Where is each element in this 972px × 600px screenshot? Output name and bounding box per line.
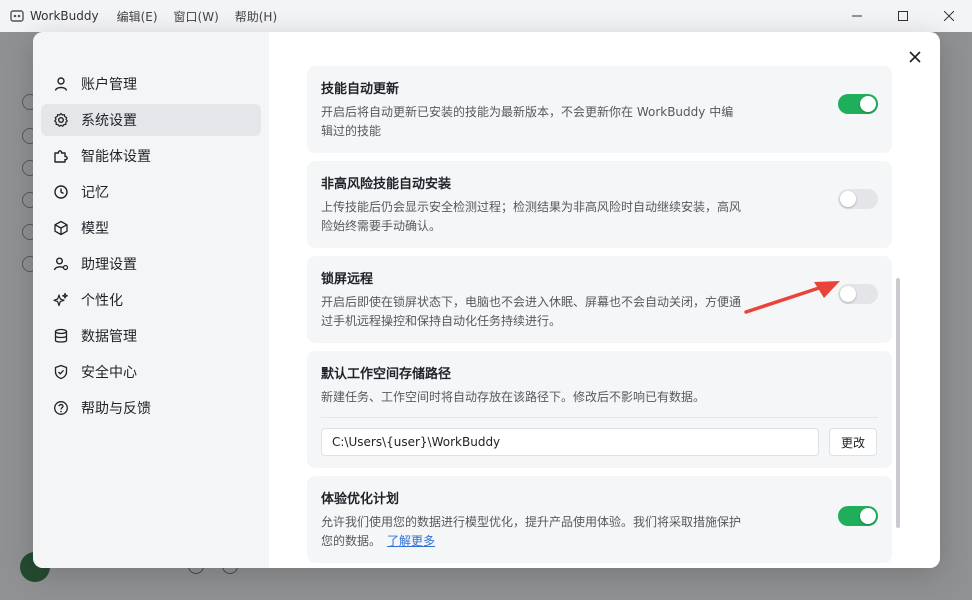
sidebar-item-label: 智能体设置 (81, 149, 151, 165)
sidebar-item-data-management[interactable]: 数据管理 (41, 320, 261, 352)
memory-icon (54, 185, 68, 199)
title-bar: WorkBuddy 编辑(E) 窗口(W) 帮助(H) (0, 0, 972, 32)
toggle-knob (860, 96, 876, 112)
setting-title: 默认工作空间存储路径 (321, 367, 452, 382)
change-path-button[interactable]: 更改 (829, 428, 877, 456)
setting-description-text: 允许我们使用您的数据进行模型优化，提升产品使用体验。我们将采取措施保护您的数据。 (321, 515, 742, 548)
skill-auto-update-toggle[interactable] (838, 94, 878, 114)
setting-description: 上传技能后仍会显示安全检测过程；检测结果为非高风险时自动继续安装，高风险始终需要… (321, 200, 742, 233)
settings-sidebar: 账户管理 系统设置 智能体设置 记忆 模型 助理设置 个性化 数据管理 安全中心… (33, 32, 269, 568)
low-risk-auto-install-toggle[interactable] (838, 189, 878, 209)
maximize-icon (898, 11, 908, 21)
sidebar-item-security-center[interactable]: 安全中心 (41, 356, 261, 388)
sidebar-item-help-feedback[interactable]: 帮助与反馈 (41, 392, 261, 424)
puzzle-icon (54, 150, 68, 163)
learn-more-link[interactable]: 了解更多 (387, 534, 435, 548)
skill-auto-update-card: 技能自动更新 开启后将自动更新已安装的技能为最新版本，不会更新你在 WorkBu… (307, 66, 892, 153)
sidebar-item-label: 助理设置 (81, 257, 137, 273)
sidebar-item-label: 安全中心 (81, 365, 137, 381)
close-icon (944, 11, 954, 21)
sidebar-item-model[interactable]: 模型 (41, 212, 261, 244)
sidebar-item-assistant-settings[interactable]: 助理设置 (41, 248, 261, 280)
sidebar-item-label: 个性化 (81, 293, 123, 309)
setting-title: 技能自动更新 (321, 82, 400, 97)
settings-content: 技能自动更新 开启后将自动更新已安装的技能为最新版本，不会更新你在 WorkBu… (269, 32, 940, 568)
sidebar-item-label: 账户管理 (81, 77, 137, 93)
lock-screen-remote-card: 锁屏远程 开启后即使在锁屏状态下，电脑也不会进入休眠、屏幕也不会自动关闭，方便通… (307, 256, 892, 343)
sidebar-item-agent-settings[interactable]: 智能体设置 (41, 140, 261, 172)
database-icon (54, 328, 68, 343)
setting-description: 新建任务、工作空间时将自动存放在该路径下。修改后不影响已有数据。 (321, 390, 706, 404)
sidebar-item-label: 模型 (81, 221, 109, 237)
toggle-knob (840, 286, 856, 302)
setting-description: 开启后即使在锁屏状态下，电脑也不会进入休眠、屏幕也不会自动关闭，方便通过手机远程… (321, 295, 742, 328)
menu-help[interactable]: 帮助(H) (235, 8, 277, 25)
window-controls (834, 0, 972, 32)
menu-edit[interactable]: 编辑(E) (117, 8, 158, 25)
close-dialog-icon[interactable] (906, 48, 924, 66)
setting-title: 非高风险技能自动安装 (321, 177, 452, 192)
sidebar-item-label: 记忆 (81, 185, 109, 201)
maximize-button[interactable] (880, 0, 926, 32)
user-icon (54, 77, 68, 91)
path-row: C:\Users\{user}\WorkBuddy 更改 (321, 417, 878, 456)
gear-icon (54, 112, 68, 127)
workspace-path-card: 默认工作空间存储路径 新建任务、工作空间时将自动存放在该路径下。修改后不影响已有… (307, 351, 892, 468)
shield-icon (54, 364, 68, 380)
assistant-icon (53, 257, 69, 271)
scrollbar[interactable] (896, 278, 900, 528)
sidebar-item-personalization[interactable]: 个性化 (41, 284, 261, 316)
sidebar-item-account[interactable]: 账户管理 (41, 68, 261, 100)
low-risk-auto-install-card: 非高风险技能自动安装 上传技能后仍会显示安全检测过程；检测结果为非高风险时自动继… (307, 161, 892, 248)
sparkle-icon (53, 292, 68, 307)
workspace-path-input[interactable]: C:\Users\{user}\WorkBuddy (321, 428, 819, 456)
settings-dialog: 账户管理 系统设置 智能体设置 记忆 模型 助理设置 个性化 数据管理 安全中心… (33, 32, 940, 568)
cube-icon (54, 220, 68, 236)
setting-title: 锁屏远程 (321, 272, 374, 287)
toggle-knob (860, 508, 876, 524)
sidebar-item-label: 帮助与反馈 (81, 401, 151, 417)
toggle-knob (840, 191, 856, 207)
sidebar-item-label: 系统设置 (81, 113, 137, 129)
setting-title: 体验优化计划 (321, 492, 400, 507)
menu-window[interactable]: 窗口(W) (174, 8, 219, 25)
app-logo-icon (10, 10, 24, 22)
lock-screen-remote-toggle[interactable] (838, 284, 878, 304)
minimize-button[interactable] (834, 0, 880, 32)
experience-program-toggle[interactable] (838, 506, 878, 526)
app-title: WorkBuddy (30, 9, 99, 23)
setting-description: 允许我们使用您的数据进行模型优化，提升产品使用体验。我们将采取措施保护您的数据。… (321, 513, 741, 551)
experience-program-card: 体验优化计划 允许我们使用您的数据进行模型优化，提升产品使用体验。我们将采取措施… (307, 476, 892, 563)
setting-description: 开启后将自动更新已安装的技能为最新版本，不会更新你在 WorkBuddy 中编辑… (321, 105, 734, 138)
help-icon (54, 401, 68, 415)
sidebar-item-system-settings[interactable]: 系统设置 (41, 104, 261, 136)
sidebar-item-memory[interactable]: 记忆 (41, 176, 261, 208)
close-window-button[interactable] (926, 0, 972, 32)
sidebar-item-label: 数据管理 (81, 329, 137, 345)
minimize-icon (852, 15, 862, 17)
